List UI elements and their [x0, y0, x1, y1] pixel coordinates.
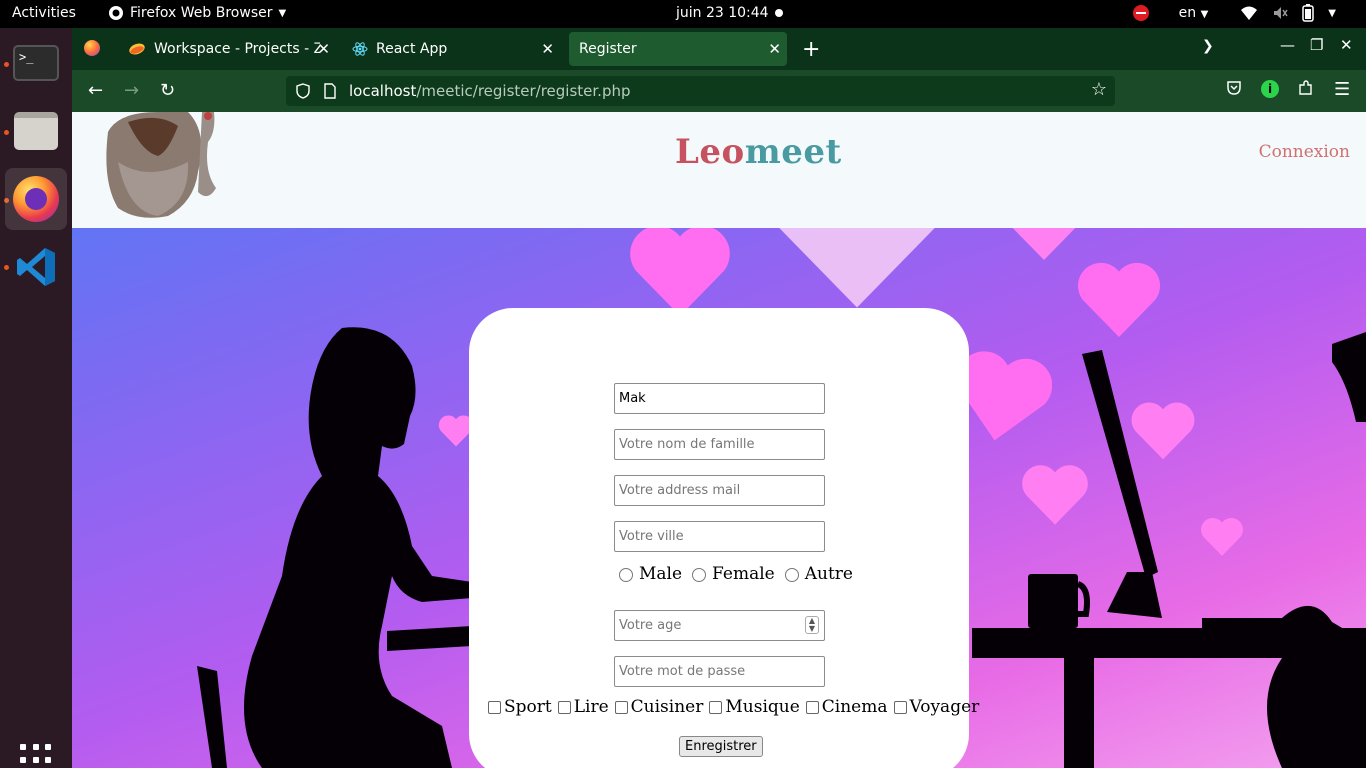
dock-firefox[interactable]: [5, 168, 67, 230]
brand-part-1: Leo: [675, 132, 745, 172]
hobby-checkbox-cinema[interactable]: [805, 700, 819, 714]
site-brand-title[interactable]: Leomeet: [675, 132, 842, 172]
dropdown-arrow-icon: ▼: [278, 7, 287, 19]
notification-dot-icon: [775, 9, 783, 17]
volume-muted-icon: [1274, 7, 1288, 19]
tab-react-app[interactable]: React App ✕: [342, 32, 560, 66]
system-tray[interactable]: en ▼ ▼: [1132, 4, 1336, 22]
clock[interactable]: juin 23 10:44: [676, 5, 769, 21]
back-arrow-icon[interactable]: ←: [88, 80, 103, 101]
extensions-icon[interactable]: [1298, 80, 1314, 96]
age-input[interactable]: [614, 610, 825, 641]
language-indicator[interactable]: en ▼: [1179, 5, 1209, 21]
hobby-label-lire: Lire: [573, 697, 609, 717]
activities-button[interactable]: Activities: [12, 5, 76, 21]
close-window-icon[interactable]: ✕: [1340, 36, 1353, 54]
bookmark-star-icon[interactable]: ☆: [1091, 79, 1107, 100]
forward-arrow-icon[interactable]: →: [124, 80, 139, 101]
register-form-card: Male Female Autre ▲▼ Sport Lire Cuisiner…: [469, 308, 979, 768]
brand-part-2: meet: [744, 132, 842, 172]
hobby-label-sport: Sport: [504, 697, 552, 717]
hobby-checkbox-cuisiner[interactable]: [614, 700, 628, 714]
app-menu-label: Firefox Web Browser: [130, 5, 273, 21]
hobby-checkbox-lire[interactable]: [557, 700, 571, 714]
tab-label: Workspace - Projects - Ze: [154, 41, 320, 57]
hobby-label-cinema: Cinema: [821, 697, 888, 717]
tab-workspace[interactable]: Workspace - Projects - Ze ✕: [118, 32, 336, 66]
power-menu-arrow-icon[interactable]: ▼: [1328, 8, 1336, 19]
terminal-icon: >_: [13, 45, 59, 81]
tab-register[interactable]: Register ✕: [569, 32, 787, 66]
dock-files[interactable]: [5, 100, 67, 162]
new-tab-icon[interactable]: +: [802, 37, 820, 62]
url-path: /meetic/register/register.php: [416, 82, 631, 100]
close-tab-icon[interactable]: ✕: [768, 40, 781, 58]
dock-vscode[interactable]: [5, 236, 67, 298]
pocket-icon[interactable]: [1226, 80, 1242, 96]
firefox-icon: [109, 6, 123, 20]
browser-tab-bar: Workspace - Projects - Ze ✕ React App ✕ …: [72, 28, 1366, 70]
firefox-icon: [13, 176, 59, 222]
woman-typing-silhouette: [197, 327, 472, 768]
maximize-icon[interactable]: ❐: [1310, 36, 1323, 54]
city-input[interactable]: [614, 521, 825, 552]
battery-icon: [1302, 4, 1315, 22]
logo-bearded-man-image[interactable]: [98, 112, 232, 220]
tab-label: Register: [579, 41, 637, 57]
heart-decoration-icon: [630, 225, 730, 316]
firefox-view-icon[interactable]: [84, 40, 100, 56]
page-icon[interactable]: [324, 83, 336, 99]
email-input[interactable]: [614, 475, 825, 506]
hobby-label-cuisiner: Cuisiner: [630, 697, 704, 717]
close-tab-icon[interactable]: ✕: [317, 40, 330, 58]
minimize-icon[interactable]: —: [1280, 36, 1295, 54]
hobby-checkbox-voyager[interactable]: [893, 700, 907, 714]
list-all-tabs-icon[interactable]: ❯: [1202, 38, 1214, 54]
gender-radio-group: Male Female Autre: [619, 564, 861, 584]
gender-label-male: Male: [639, 564, 683, 584]
wifi-icon: [1241, 6, 1258, 20]
url-host: localhost: [349, 82, 417, 100]
register-submit-button[interactable]: Enregistrer: [679, 736, 763, 757]
info-extension-icon[interactable]: i: [1261, 80, 1279, 98]
man-at-computer-silhouette: [972, 332, 1366, 768]
dock-terminal[interactable]: >_: [5, 32, 67, 94]
gender-label-autre: Autre: [804, 564, 853, 584]
site-header: Leomeet Connexion: [72, 112, 1366, 228]
tab-label: React App: [376, 41, 448, 57]
gender-label-female: Female: [712, 564, 775, 584]
hobby-label-voyager: Voyager: [909, 697, 980, 717]
password-input[interactable]: [614, 656, 825, 687]
language-label: en: [1178, 5, 1197, 21]
hobby-checkbox-musique[interactable]: [709, 700, 723, 714]
hobbies-checkbox-group: Sport Lire Cuisiner Musique Cinema Voyag…: [488, 697, 985, 717]
gender-radio-male[interactable]: [619, 568, 633, 582]
connexion-link[interactable]: Connexion: [1259, 142, 1350, 162]
hamburger-menu-icon[interactable]: ☰: [1334, 79, 1350, 100]
hobby-checkbox-sport[interactable]: [488, 700, 501, 714]
vscode-icon: [17, 248, 55, 286]
reload-icon[interactable]: ↻: [160, 80, 175, 101]
gender-radio-female[interactable]: [692, 568, 707, 582]
system-top-bar: Activities Firefox Web Browser ▼ juin 23…: [0, 0, 1366, 28]
hobby-label-musique: Musique: [725, 697, 800, 717]
files-icon: [14, 112, 58, 150]
shield-icon[interactable]: [296, 83, 310, 99]
react-icon: [352, 42, 368, 56]
first-name-input[interactable]: [614, 383, 825, 414]
close-tab-icon[interactable]: ✕: [541, 40, 554, 58]
show-applications-icon[interactable]: [20, 744, 52, 768]
app-menu[interactable]: Firefox Web Browser ▼: [108, 5, 286, 21]
last-name-input[interactable]: [614, 429, 825, 460]
gender-radio-autre[interactable]: [784, 568, 799, 582]
dock: >_: [0, 28, 72, 768]
zeplin-icon: [129, 43, 145, 55]
web-page: Leomeet Connexion Male Female Autre ▲▼ S…: [72, 112, 1366, 768]
do-not-disturb-icon[interactable]: [1132, 5, 1149, 21]
number-spinner-icon[interactable]: ▲ ▼: [805, 616, 819, 634]
browser-nav-bar: ← → ↻ localhost/meetic/register/register…: [72, 70, 1366, 112]
url-bar[interactable]: localhost/meetic/register/register.php ☆: [286, 76, 1115, 106]
age-field-wrapper: ▲▼: [614, 610, 825, 641]
dropdown-arrow-icon: ▼: [1200, 9, 1209, 20]
